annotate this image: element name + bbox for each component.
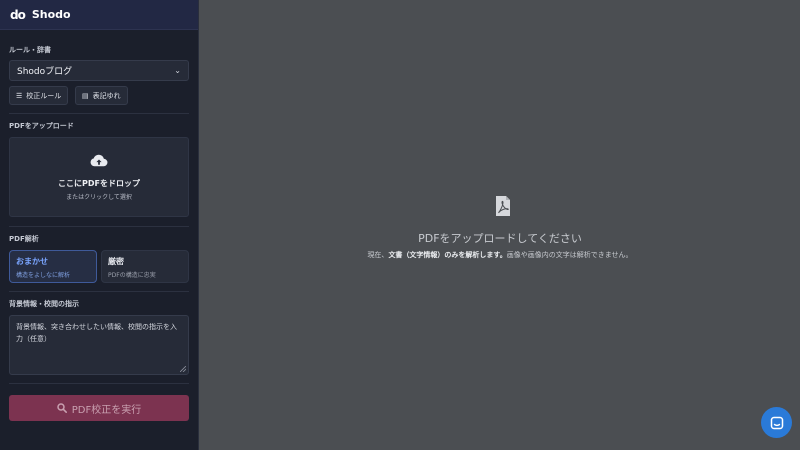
note-prefix: 現在、 [367,251,389,259]
note-emphasis: 文書（文字情報）のみを解析します。 [388,251,507,259]
search-icon [57,403,67,413]
instructions-placeholder: 背景情報、突き合わせしたい情報、校閲の指示を入力（任意） [16,323,177,343]
chat-icon [770,416,783,429]
run-button-label: PDF校正を実行 [71,404,142,416]
instructions-textarea[interactable]: 背景情報、突き合わせしたい情報、校閲の指示を入力（任意） [9,315,189,375]
rule-dictionary-select[interactable]: Shodoブログ ⌄ [9,60,189,81]
instructions-section-label: 背景情報・校閲の指示 [9,300,79,308]
mode-strict-desc: PDFの構造に忠実 [108,272,156,279]
drop-subtitle: またはクリックして選択 [66,193,132,201]
mode-auto-title: おまかせ [16,257,48,266]
upload-prompt-note: 現在、文書（文字情報）のみを解析します。画像や画像内の文字は解析できません。 [200,250,800,260]
book-icon: ▤ [82,91,89,100]
pdf-preview-area: PDFをアップロードしてください 現在、文書（文字情報）のみを解析します。画像や… [200,0,800,450]
upload-section-label: PDFをアップロード [9,122,74,130]
mode-auto-option[interactable]: おまかせ 構造をよしなに解析 [9,250,97,283]
mode-strict-option[interactable]: 厳密 PDFの構造に忠実 [101,250,189,283]
list-icon: ☰ [16,91,23,100]
drop-title: ここにPDFをドロップ [58,178,140,188]
pdf-file-icon [496,196,510,216]
notation-variants-button[interactable]: ▤ 表記ゆれ [75,86,128,105]
cloud-upload-icon [90,154,108,166]
resize-grip-icon[interactable] [180,366,186,372]
app-header: do Shodo [0,0,198,30]
divider [9,226,189,227]
chat-support-button[interactable] [761,407,792,438]
sidebar: do Shodo ルール・辞書 Shodoブログ ⌄ ☰ 校正ルール ▤ 表記ゆ… [0,0,199,450]
proofreading-rules-label: 校正ルール [26,91,62,100]
divider [9,383,189,384]
rules-section-label: ルール・辞書 [9,46,51,54]
mode-auto-desc: 構造をよしなに解析 [16,272,71,279]
app-name: Shodo [31,8,71,21]
select-value: Shodoブログ [17,67,73,77]
logo[interactable]: do [10,8,26,22]
mode-strict-title: 厳密 [108,257,124,266]
divider [9,113,189,114]
analysis-section-label: PDF解析 [9,235,39,243]
pdf-drop-zone[interactable]: ここにPDFをドロップ またはクリックして選択 [9,137,189,217]
proofreading-rules-button[interactable]: ☰ 校正ルール [9,86,69,105]
note-suffix: 画像や画像内の文字は解析できません。 [506,251,633,259]
chevron-down-icon: ⌄ [174,66,181,75]
upload-prompt-title: PDFをアップロードしてください [418,232,582,245]
divider [9,291,189,292]
run-proofreading-button[interactable]: PDF校正を実行 [9,395,189,421]
notation-variants-label: 表記ゆれ [92,91,121,100]
